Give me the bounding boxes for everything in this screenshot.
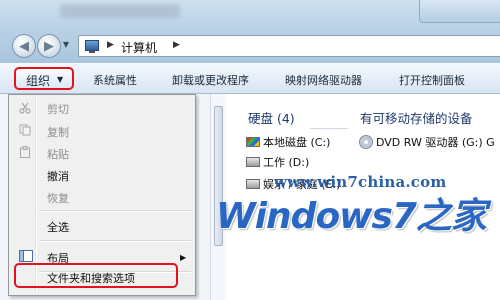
hard-disk-icon <box>246 157 260 167</box>
history-dropdown-icon[interactable]: ▼ <box>61 40 71 50</box>
forward-button[interactable]: ▶ <box>37 34 61 58</box>
uninstall-program-button[interactable]: 卸载或更改程序 <box>172 72 249 88</box>
divider <box>310 128 348 129</box>
open-control-panel-button[interactable]: 打开控制面板 <box>399 72 465 88</box>
menu-item-cut[interactable]: 剪切 <box>47 101 69 117</box>
highlight-folder-options <box>14 263 178 288</box>
scissors-icon <box>19 102 31 114</box>
window-controls[interactable] <box>419 0 500 23</box>
chevron-down-icon: ▼ <box>57 75 64 84</box>
organize-button[interactable]: 组织 ▼ <box>14 67 74 90</box>
drive-d-label: 工作 (D:) <box>263 156 310 169</box>
drive-g-label: DVD RW 驱动器 (G:) G <box>376 136 495 149</box>
organize-label: 组织 <box>26 74 51 88</box>
drive-g[interactable]: DVD RW 驱动器 (G:) G <box>359 134 495 150</box>
hard-disks-heading[interactable]: 硬盘 (4) <box>248 108 295 127</box>
menu-separator <box>39 210 191 212</box>
watermark-logo: Windows7之家 <box>216 196 487 237</box>
layout-icon <box>19 250 33 262</box>
menu-item-paste[interactable]: 粘贴 <box>47 146 69 162</box>
breadcrumb-separator-icon[interactable]: ▶ <box>107 40 114 50</box>
map-network-drive-button[interactable]: 映射网络驱动器 <box>285 72 362 88</box>
dvd-drive-icon <box>359 135 373 149</box>
blurred-title <box>60 4 180 18</box>
menu-item-select-all[interactable]: 全选 <box>47 219 69 235</box>
menu-separator <box>39 240 191 242</box>
back-button[interactable]: ◀ <box>12 34 36 58</box>
paste-icon <box>20 146 30 158</box>
computer-icon <box>85 40 99 53</box>
forward-arrow-icon: ▶ <box>44 38 54 54</box>
drive-d[interactable]: 工作 (D:) <box>246 154 309 170</box>
submenu-arrow-icon: ▶ <box>180 253 187 262</box>
removable-devices-heading[interactable]: 有可移动存储的设备 <box>360 108 473 127</box>
drive-c-label: 本地磁盘 (C:) <box>263 136 331 149</box>
address-bar[interactable]: ▶ 计算机 ▶ <box>78 35 500 57</box>
drive-c[interactable]: 本地磁盘 (C:) <box>246 134 330 150</box>
windows-drive-icon <box>246 137 260 147</box>
menu-item-copy[interactable]: 复制 <box>47 124 69 140</box>
copy-icon <box>19 124 31 136</box>
menu-item-redo[interactable]: 恢复 <box>47 190 69 206</box>
back-arrow-icon: ◀ <box>19 38 29 54</box>
watermark: www.win7china.com Windows7之家 <box>212 173 492 237</box>
breadcrumb-separator-icon[interactable]: ▶ <box>173 40 180 50</box>
command-bar: 组织 ▼ 系统属性 卸载或更改程序 映射网络驱动器 打开控制面板 <box>0 63 500 94</box>
system-properties-button[interactable]: 系统属性 <box>93 72 137 88</box>
menu-item-undo[interactable]: 撤消 <box>47 168 69 184</box>
breadcrumb-computer[interactable]: 计算机 <box>121 39 157 56</box>
